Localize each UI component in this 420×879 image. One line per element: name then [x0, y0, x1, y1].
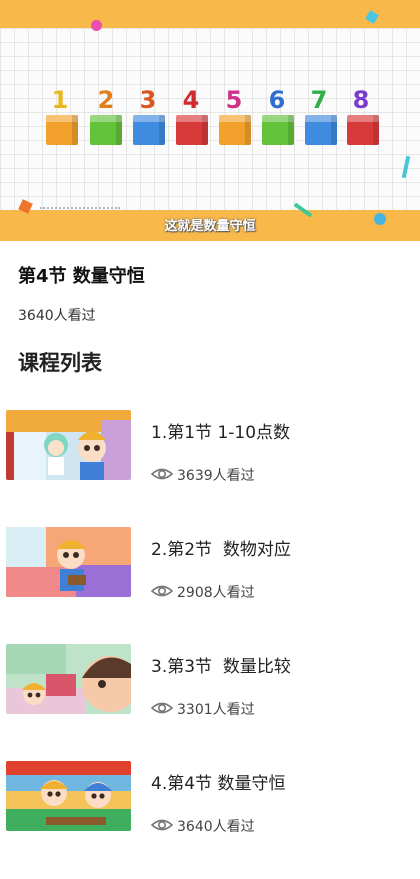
cube-3	[133, 115, 165, 145]
view-count-text: 3301人看过	[177, 702, 255, 718]
course-title: 2.第2节 数物对应	[151, 540, 291, 560]
number-4: 4	[182, 86, 200, 114]
number-8: 8	[352, 86, 370, 114]
cube-4	[176, 115, 208, 145]
view-count-text: 3640人看过	[177, 819, 255, 835]
eye-icon	[151, 702, 173, 714]
number-6: 6	[268, 86, 286, 114]
top-band	[0, 0, 420, 28]
number-1: 1	[51, 86, 69, 114]
cube-7	[305, 115, 337, 145]
cube-1	[46, 115, 78, 145]
decor-dot	[91, 20, 102, 31]
decor-dashed-line	[40, 207, 120, 209]
number-5: 5	[225, 86, 243, 114]
video-subtitle: 这就是数量守恒	[164, 219, 256, 234]
course-thumbnail	[6, 644, 131, 714]
course-list-item-1[interactable]: 1.第1节 1-10点数 3639人看过	[0, 410, 420, 510]
course-list-item-3[interactable]: 3.第3节 数量比较 3301人看过	[0, 644, 420, 744]
eye-icon	[151, 468, 173, 480]
course-title: 4.第4节 数量守恒	[151, 774, 286, 794]
number-2: 2	[97, 86, 115, 114]
cube-6	[262, 115, 294, 145]
course-title: 1.第1节 1-10点数	[151, 423, 291, 443]
decor-bar	[401, 155, 411, 179]
number-7: 7	[310, 86, 328, 114]
number-3: 3	[139, 86, 157, 114]
cube-8	[347, 115, 379, 145]
course-list-item-2[interactable]: 2.第2节 数物对应 2908人看过	[0, 527, 420, 627]
eye-icon	[151, 819, 173, 831]
course-list-heading: 课程列表	[18, 351, 102, 375]
video-player[interactable]: 1 2 3 4 5 6 7 8 这就是数量守恒	[0, 0, 420, 241]
course-thumbnail	[6, 761, 131, 831]
view-count-text: 3639人看过	[177, 468, 255, 484]
eye-icon	[151, 585, 173, 597]
course-list-item-4[interactable]: 4.第4节 数量守恒 3640人看过	[0, 761, 420, 861]
course-thumbnail	[6, 527, 131, 597]
lesson-title: 第4节 数量守恒	[18, 266, 145, 287]
cube-2	[90, 115, 122, 145]
course-title: 3.第3节 数量比较	[151, 657, 291, 677]
cube-5	[219, 115, 251, 145]
lesson-view-count: 3640人看过	[18, 308, 96, 324]
view-count-text: 2908人看过	[177, 585, 255, 601]
course-thumbnail	[6, 410, 131, 480]
